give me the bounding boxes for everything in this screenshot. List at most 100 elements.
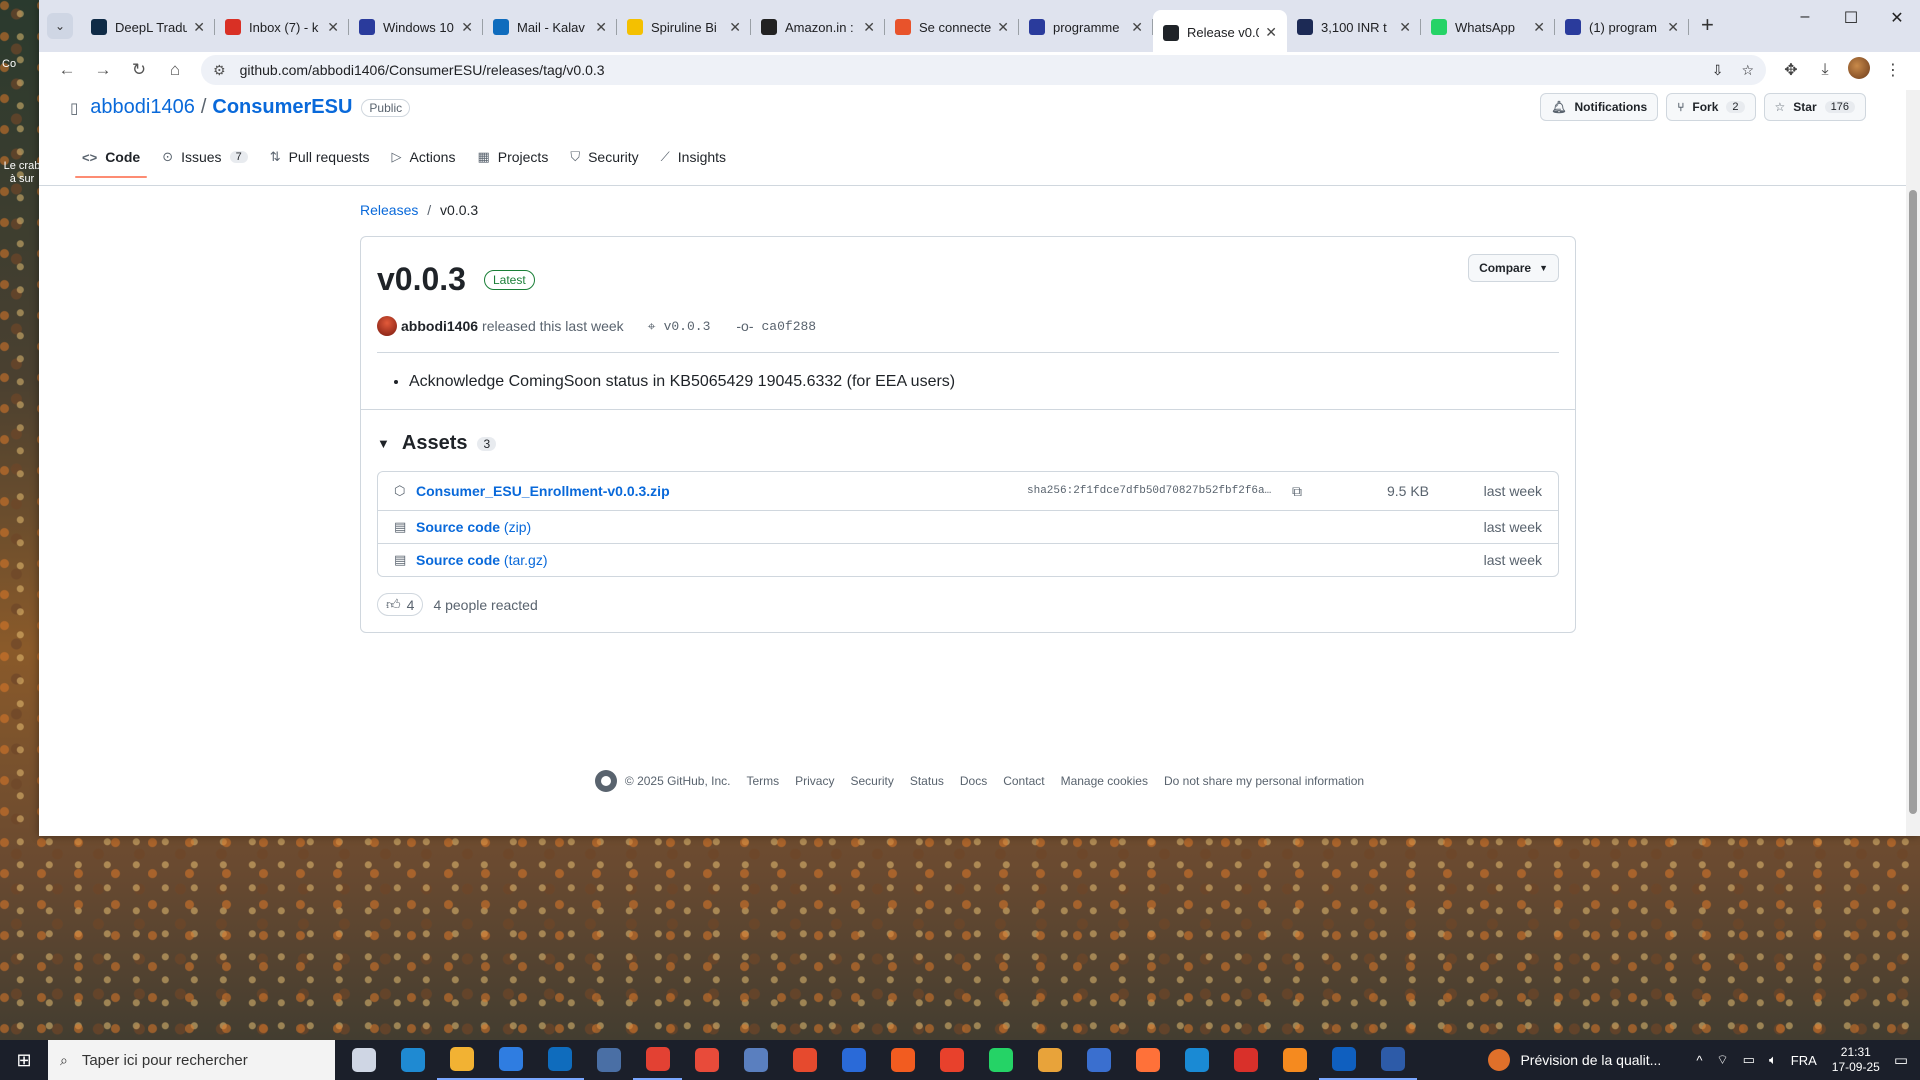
tab-close-icon[interactable]: ✕	[1131, 19, 1143, 36]
footer-link[interactable]: Status	[910, 774, 944, 788]
author-link[interactable]: abbodi1406	[401, 318, 478, 334]
commit-link[interactable]: ca0f288	[762, 319, 817, 334]
browser-tab[interactable]: programme ✕	[1019, 10, 1153, 44]
tab-close-icon[interactable]: ✕	[1667, 19, 1679, 36]
footer-link[interactable]: Do not share my personal information	[1164, 774, 1364, 788]
taskbar-app-icon[interactable]	[878, 1040, 927, 1080]
browser-tab[interactable]: Inbox (7) - k ✕	[215, 10, 349, 44]
back-icon[interactable]: ←	[49, 60, 85, 80]
taskbar-app-icon[interactable]	[731, 1040, 780, 1080]
minimize-icon[interactable]: –	[1782, 8, 1828, 28]
monitor-icon[interactable]: ▭	[1743, 1052, 1755, 1068]
taskbar-app-icon[interactable]	[1270, 1040, 1319, 1080]
download-icon[interactable]: ⤓	[1808, 61, 1842, 79]
clock[interactable]: 21:31 17-09-25	[1832, 1045, 1880, 1075]
footer-link[interactable]: Docs	[960, 774, 987, 788]
author-avatar[interactable]	[377, 316, 397, 336]
asset-link[interactable]: Source code (zip)	[416, 519, 1437, 535]
new-tab-button[interactable]: +	[1689, 10, 1726, 40]
tab-code[interactable]: <> Code	[71, 137, 151, 178]
tab-actions[interactable]: ▷ Actions	[381, 137, 467, 177]
taskbar-app-icon[interactable]	[1025, 1040, 1074, 1080]
page-scrollbar[interactable]	[1906, 90, 1920, 836]
taskbar-app-icon[interactable]	[1123, 1040, 1172, 1080]
menu-dots-icon[interactable]: ⋮	[1876, 60, 1910, 80]
taskbar-app-icon[interactable]	[486, 1040, 535, 1080]
language-indicator[interactable]: FRA	[1791, 1053, 1817, 1068]
footer-link[interactable]: Privacy	[795, 774, 834, 788]
address-bar[interactable]: ⚙ github.com/abbodi1406/ConsumerESU/rele…	[201, 55, 1766, 85]
tab-insights[interactable]: ⟋ Insights	[650, 137, 737, 177]
tab-close-icon[interactable]: ✕	[1265, 24, 1277, 41]
tab-close-icon[interactable]: ✕	[193, 19, 205, 36]
browser-tab[interactable]: Spiruline Bi ✕	[617, 10, 751, 44]
tab-pull-requests[interactable]: ⇅ Pull requests	[259, 137, 381, 177]
scrollbar-thumb[interactable]	[1909, 190, 1917, 814]
extensions-icon[interactable]: ✥	[1774, 60, 1808, 80]
volume-icon[interactable]: 🔈︎	[1769, 1052, 1777, 1068]
browser-tab[interactable]: 3,100 INR t ✕	[1287, 10, 1421, 44]
breadcrumb-releases-link[interactable]: Releases	[360, 202, 418, 218]
repo-owner-link[interactable]: abbodi1406	[90, 96, 195, 119]
network-icon[interactable]: ⌔	[1716, 1052, 1728, 1068]
tab-close-icon[interactable]: ✕	[461, 19, 473, 36]
windows-start-icon[interactable]: ⊞	[0, 1050, 48, 1071]
browser-tab[interactable]: Amazon.in : ✕	[751, 10, 885, 44]
notifications-icon[interactable]: ▭	[1894, 1051, 1908, 1069]
footer-link[interactable]: Contact	[1003, 774, 1044, 788]
taskbar-app-icon[interactable]	[682, 1040, 731, 1080]
profile-avatar[interactable]	[1842, 56, 1876, 84]
weather-widget[interactable]: Prévision de la qualit...	[1488, 1049, 1661, 1071]
compare-button[interactable]: Compare ▼	[1468, 254, 1559, 282]
tab-close-icon[interactable]: ✕	[327, 19, 339, 36]
taskbar-app-icon[interactable]	[1172, 1040, 1221, 1080]
taskbar-search[interactable]: ⌕ Taper ici pour rechercher	[48, 1040, 335, 1080]
asset-link[interactable]: Consumer_ESU_Enrollment-v0.0.3.zip	[416, 483, 1027, 499]
taskbar-app-icon[interactable]	[1368, 1040, 1417, 1080]
fork-button[interactable]: ⑂ Fork 2	[1666, 93, 1756, 121]
taskbar-app-icon[interactable]	[1319, 1040, 1368, 1080]
taskbar-app-icon[interactable]	[829, 1040, 878, 1080]
footer-link[interactable]: Terms	[746, 774, 779, 788]
taskbar-app-icon[interactable]	[535, 1040, 584, 1080]
taskbar-app-icon[interactable]	[976, 1040, 1025, 1080]
asset-link[interactable]: Source code (tar.gz)	[416, 552, 1437, 568]
tab-projects[interactable]: ▦ Projects	[466, 137, 559, 177]
copy-icon[interactable]: ⧉	[1277, 483, 1317, 500]
site-info-icon[interactable]: ⚙	[213, 62, 226, 79]
tab-close-icon[interactable]: ✕	[863, 19, 875, 36]
taskbar-app-icon[interactable]	[780, 1040, 829, 1080]
browser-tab[interactable]: Windows 10 ✕	[349, 10, 483, 44]
taskbar-app-icon[interactable]	[339, 1040, 388, 1080]
taskbar-app-icon[interactable]	[388, 1040, 437, 1080]
tab-security[interactable]: ⛉ Security	[559, 137, 649, 177]
tab-close-icon[interactable]: ✕	[595, 19, 607, 36]
tab-close-icon[interactable]: ✕	[1399, 19, 1411, 36]
tag-link[interactable]: v0.0.3	[664, 319, 711, 334]
forward-icon[interactable]: →	[85, 60, 121, 80]
browser-tab[interactable]: DeepL Tradu ✕	[81, 10, 215, 44]
reload-icon[interactable]: ↻	[121, 60, 157, 80]
star-button[interactable]: ☆ Star 176	[1763, 93, 1866, 121]
browser-tab[interactable]: Mail - Kalav ✕	[483, 10, 617, 44]
home-icon[interactable]: ⌂	[157, 60, 193, 80]
desktop-icon-label[interactable]: Le crab à sur	[2, 160, 42, 186]
install-icon[interactable]: ⇩	[1712, 62, 1724, 79]
release-title[interactable]: v0.0.3	[377, 261, 466, 298]
taskbar-app-icon[interactable]	[1221, 1040, 1270, 1080]
browser-tab[interactable]: Release v0.0 ✕	[1153, 10, 1287, 55]
assets-toggle[interactable]: ▼ Assets 3	[377, 432, 1559, 455]
tab-search-button[interactable]: ⌄	[47, 13, 73, 39]
thumbs-up-reaction-button[interactable]: 👍︎ 4	[377, 593, 424, 616]
taskbar-app-icon[interactable]	[437, 1040, 486, 1080]
footer-link[interactable]: Security	[850, 774, 893, 788]
notifications-button[interactable]: 🔔︎ Notifications	[1540, 93, 1659, 121]
repo-name-link[interactable]: ConsumerESU	[212, 96, 352, 119]
taskbar-app-icon[interactable]	[584, 1040, 633, 1080]
browser-tab[interactable]: WhatsApp ✕	[1421, 10, 1555, 44]
footer-link[interactable]: Manage cookies	[1061, 774, 1148, 788]
browser-tab[interactable]: (1) program ✕	[1555, 10, 1689, 44]
github-logo-icon[interactable]	[594, 770, 617, 792]
tab-close-icon[interactable]: ✕	[729, 19, 741, 36]
chevron-up-icon[interactable]: ^	[1696, 1053, 1702, 1068]
